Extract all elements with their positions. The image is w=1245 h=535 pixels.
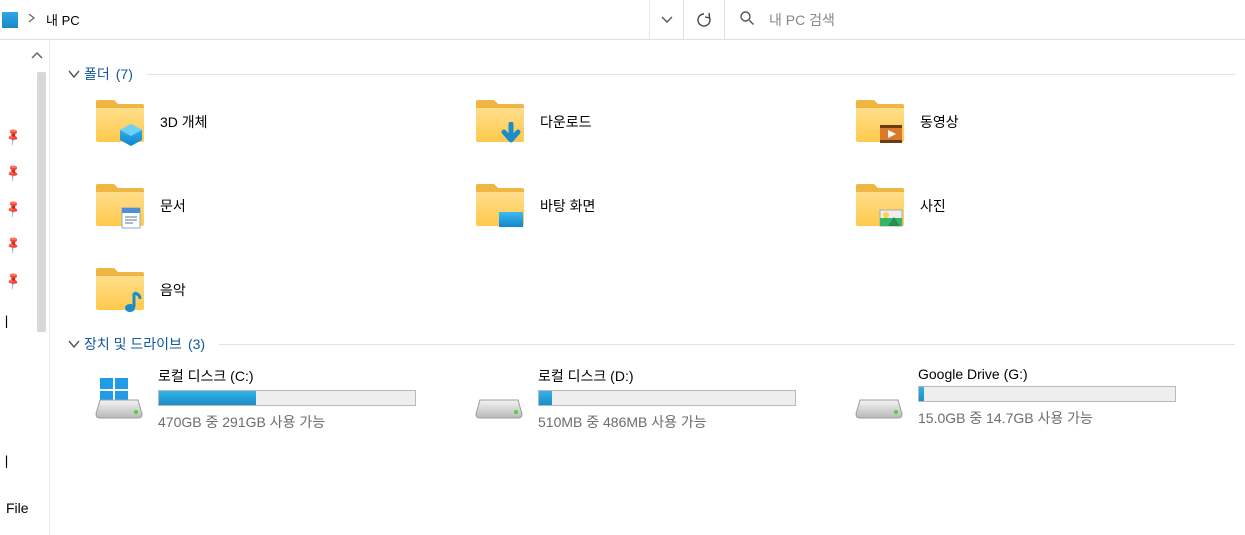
- pin-icon: 📌: [3, 163, 23, 183]
- documents-overlay-icon: [118, 206, 144, 230]
- folder-icon: [94, 264, 146, 316]
- search-box[interactable]: [725, 0, 1245, 39]
- address-bar[interactable]: 내 PC: [0, 0, 649, 39]
- folders-grid: 3D 개체 다운로드 동영상문서 바탕 화면 사진음악: [94, 96, 1235, 316]
- folder-item[interactable]: 다운로드: [474, 96, 854, 148]
- section-title: 장치 및 드라이브: [84, 334, 182, 354]
- folder-icon: [474, 96, 526, 148]
- desktop-overlay-icon: [498, 206, 524, 230]
- pin-icon: 📌: [3, 271, 23, 291]
- address-history-dropdown[interactable]: [649, 0, 683, 39]
- pin-icon: 📌: [3, 235, 23, 255]
- section-header-drives[interactable]: 장치 및 드라이브 (3): [68, 334, 1235, 354]
- pin-icon: 📌: [3, 199, 23, 219]
- pictures-overlay-icon: [878, 206, 904, 230]
- drive-status: 510MB 중 486MB 사용 가능: [538, 412, 796, 432]
- drive-icon: [94, 372, 144, 422]
- drive-usage-fill: [919, 387, 924, 401]
- section-title: 폴더: [84, 64, 110, 84]
- folder-item[interactable]: 사진: [854, 180, 1234, 232]
- section-count: (7): [116, 66, 133, 82]
- drive-item[interactable]: 로컬 디스크 (C:) 470GB 중 291GB 사용 가능: [94, 366, 474, 432]
- drive-icon: [474, 372, 524, 422]
- refresh-button[interactable]: [683, 0, 725, 39]
- chevron-down-icon: [68, 339, 80, 349]
- folder-item[interactable]: 바탕 화면: [474, 180, 854, 232]
- folder-icon: [94, 180, 146, 232]
- drive-name: Google Drive (G:): [918, 366, 1176, 382]
- folder-item[interactable]: 3D 개체: [94, 96, 474, 148]
- nav-scrollbar[interactable]: [37, 72, 46, 332]
- location-icon: [2, 12, 18, 28]
- drives-grid: 로컬 디스크 (C:) 470GB 중 291GB 사용 가능 로컬 디스크 (D:…: [94, 366, 1235, 432]
- explorer-body: 📌 📌 📌 📌 📌 ㅣ ㅣ File 폴더 (7) 3D 개체 다운로드 동영상문서…: [0, 40, 1245, 535]
- 3d-overlay-icon: [118, 122, 144, 146]
- drive-usage-bar: [918, 386, 1176, 402]
- folder-label: 문서: [160, 196, 186, 216]
- navigation-pane[interactable]: 📌 📌 📌 📌 📌 ㅣ ㅣ File: [0, 40, 50, 535]
- drive-status: 15.0GB 중 14.7GB 사용 가능: [918, 408, 1176, 428]
- nav-item-truncated[interactable]: ㅣ: [0, 312, 13, 332]
- chevron-down-icon: [68, 69, 80, 79]
- content-pane: 폴더 (7) 3D 개체 다운로드 동영상문서 바탕 화면 사진음악 장치 및 드라이브…: [50, 40, 1245, 535]
- folder-item[interactable]: 음악: [94, 264, 474, 316]
- drive-usage-bar: [538, 390, 796, 406]
- search-icon: [739, 10, 755, 29]
- drive-name: 로컬 디스크 (D:): [538, 366, 796, 386]
- folder-label: 사진: [920, 196, 946, 216]
- section-rule: [147, 74, 1235, 75]
- folder-icon: [854, 180, 906, 232]
- folder-icon: [474, 180, 526, 232]
- address-bar-row: 내 PC: [0, 0, 1245, 40]
- breadcrumb-current[interactable]: 내 PC: [42, 10, 84, 29]
- music-overlay-icon: [118, 290, 144, 314]
- breadcrumb-separator-icon: [22, 13, 42, 26]
- videos-overlay-icon: [878, 122, 904, 146]
- folder-label: 동영상: [920, 112, 959, 132]
- drive-status: 470GB 중 291GB 사용 가능: [158, 412, 416, 432]
- drive-usage-fill: [539, 391, 552, 405]
- nav-item-truncated[interactable]: ㅣ: [0, 452, 13, 472]
- section-count: (3): [188, 336, 205, 352]
- folder-icon: [94, 96, 146, 148]
- folder-label: 바탕 화면: [540, 196, 595, 216]
- folder-label: 3D 개체: [160, 112, 208, 132]
- drive-item[interactable]: 로컬 디스크 (D:) 510MB 중 486MB 사용 가능: [474, 366, 854, 432]
- pin-icon: 📌: [3, 127, 23, 147]
- folder-item[interactable]: 동영상: [854, 96, 1234, 148]
- folder-icon: [854, 96, 906, 148]
- chevron-down-icon: [661, 16, 673, 24]
- search-input[interactable]: [769, 12, 1231, 28]
- drive-name: 로컬 디스크 (C:): [158, 366, 416, 386]
- drive-usage-fill: [159, 391, 256, 405]
- scroll-up-icon[interactable]: [31, 48, 43, 62]
- section-header-folders[interactable]: 폴더 (7): [68, 64, 1235, 84]
- drive-usage-bar: [158, 390, 416, 406]
- folder-item[interactable]: 문서: [94, 180, 474, 232]
- folder-label: 음악: [160, 280, 186, 300]
- drive-icon: [854, 372, 904, 422]
- section-rule: [219, 344, 1235, 345]
- refresh-icon: [696, 12, 712, 28]
- nav-item-truncated[interactable]: File: [6, 500, 29, 516]
- pinned-indicators: 📌 📌 📌 📌 📌: [6, 130, 21, 288]
- folder-label: 다운로드: [540, 112, 592, 132]
- downloads-overlay-icon: [498, 122, 524, 146]
- drive-item[interactable]: Google Drive (G:) 15.0GB 중 14.7GB 사용 가능: [854, 366, 1234, 432]
